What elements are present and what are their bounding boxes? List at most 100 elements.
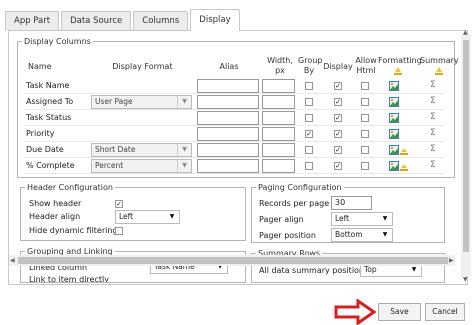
- column-name: Task Status: [26, 113, 72, 122]
- header-configuration-legend: Header Configuration: [27, 183, 113, 192]
- pager-position-label: Pager position: [259, 231, 316, 240]
- records-per-page-input[interactable]: 30: [331, 196, 372, 210]
- column-name: Task Name: [26, 81, 70, 90]
- scroll-right-icon[interactable]: ▶: [449, 257, 454, 264]
- column-name: Priority: [26, 129, 55, 138]
- save-button[interactable]: Save: [378, 303, 421, 321]
- scroll-left-icon[interactable]: ◀: [10, 257, 15, 264]
- summary-sigma-icon[interactable]: Σ: [430, 144, 436, 154]
- display-checkbox[interactable]: ✓: [334, 114, 342, 122]
- allow-html-checkbox[interactable]: [361, 98, 369, 106]
- width-input[interactable]: [262, 127, 295, 141]
- tab-bar: App Part Data Source Columns Display: [5, 9, 242, 31]
- summary-sigma-icon[interactable]: Σ: [430, 96, 436, 106]
- display-checkbox[interactable]: ✓: [334, 162, 342, 170]
- pager-position-select[interactable]: Bottom ▼: [331, 228, 393, 242]
- horizontal-scroll-thumb[interactable]: [18, 257, 448, 264]
- display-checkbox[interactable]: ✓: [334, 98, 342, 106]
- formatting-picture-icon[interactable]: [389, 97, 399, 107]
- summary-sigma-icon[interactable]: Σ: [430, 112, 436, 122]
- chevron-down-icon: ▼: [177, 144, 191, 156]
- allow-html-checkbox[interactable]: [361, 130, 369, 138]
- hide-dynamic-filtering-label: Hide dynamic filtering: [29, 226, 118, 235]
- pager-align-label: Pager align: [259, 215, 304, 224]
- chevron-down-icon: ▼: [382, 215, 388, 222]
- width-input[interactable]: [262, 95, 295, 109]
- tab-columns[interactable]: Columns: [133, 11, 189, 31]
- group-by-checkbox[interactable]: [305, 146, 313, 154]
- formatting-picture-icon[interactable]: [389, 161, 399, 171]
- chevron-down-icon: ▼: [177, 160, 191, 172]
- horizontal-scrollbar[interactable]: [9, 255, 455, 266]
- alias-input[interactable]: [197, 111, 259, 125]
- alias-input[interactable]: [197, 159, 259, 173]
- chevron-down-icon: ▼: [177, 96, 191, 108]
- group-by-checkbox[interactable]: [305, 98, 313, 106]
- paging-configuration-legend: Paging Configuration: [258, 183, 342, 192]
- tab-app-part[interactable]: App Part: [5, 11, 60, 31]
- display-columns-legend: Display Columns: [24, 37, 91, 46]
- display-format-select[interactable]: Percent ▼: [91, 159, 192, 173]
- formatting-wand-icon: [394, 67, 402, 75]
- show-header-checkbox[interactable]: ✓: [115, 200, 123, 208]
- summary-sigma-icon[interactable]: Σ: [430, 80, 436, 90]
- alias-input[interactable]: [197, 143, 259, 157]
- hide-dynamic-filtering-checkbox[interactable]: [115, 227, 123, 235]
- allow-html-checkbox[interactable]: [361, 162, 369, 170]
- col-header-alias: Alias: [219, 62, 239, 71]
- pager-align-select[interactable]: Left ▼: [331, 212, 393, 226]
- show-header-label: Show header: [29, 199, 82, 208]
- header-align-select[interactable]: Left ▼: [115, 210, 180, 224]
- alias-input[interactable]: [197, 95, 259, 109]
- tab-data-source[interactable]: Data Source: [61, 11, 132, 31]
- allow-html-checkbox[interactable]: [361, 114, 369, 122]
- allow-html-checkbox[interactable]: [361, 82, 369, 90]
- col-header-group-by: Group By: [298, 56, 323, 75]
- summary-sigma-icon[interactable]: Σ: [430, 128, 436, 138]
- formatting-picture-icon[interactable]: [389, 129, 399, 139]
- records-per-page-label: Records per page: [259, 199, 330, 208]
- display-checkbox[interactable]: ✓: [334, 82, 342, 90]
- pointer-arrow-icon: [334, 299, 376, 325]
- display-checkbox[interactable]: ✓: [334, 130, 342, 138]
- display-format-select[interactable]: User Page ▼: [91, 95, 192, 109]
- alias-input[interactable]: [197, 79, 259, 93]
- formatting-wand-icon[interactable]: [399, 163, 409, 173]
- width-input[interactable]: [262, 111, 295, 125]
- group-by-checkbox[interactable]: ✓: [305, 130, 313, 138]
- scroll-down-icon[interactable]: ▼: [463, 276, 468, 283]
- summary-position-label: All data summary position: [259, 266, 365, 275]
- col-header-display: Display: [323, 62, 353, 71]
- summary-sigma-icon[interactable]: Σ: [430, 160, 436, 170]
- width-input[interactable]: [262, 143, 295, 157]
- width-input[interactable]: [262, 159, 295, 173]
- vertical-scroll-thumb[interactable]: [463, 40, 469, 252]
- formatting-picture-icon[interactable]: [389, 81, 399, 91]
- width-input[interactable]: [262, 79, 295, 93]
- col-header-display-format: Display Format: [112, 62, 173, 71]
- link-to-item-label: Link to item directly: [29, 276, 109, 282]
- alias-input[interactable]: [197, 127, 259, 141]
- column-name: % Complete: [26, 161, 75, 170]
- column-name: Assigned To: [26, 97, 74, 106]
- tab-display[interactable]: Display: [190, 9, 240, 31]
- formatting-picture-icon[interactable]: [389, 113, 399, 123]
- col-header-allow-html: Allow Html: [355, 56, 377, 75]
- cancel-button[interactable]: Cancel: [425, 303, 465, 321]
- vertical-scrollbar[interactable]: [461, 34, 471, 276]
- group-by-checkbox[interactable]: [305, 162, 313, 170]
- col-header-formatting: Formatting: [378, 56, 422, 65]
- allow-html-checkbox[interactable]: [361, 146, 369, 154]
- group-by-checkbox[interactable]: [305, 114, 313, 122]
- column-name: Due Date: [26, 145, 64, 154]
- chevron-down-icon: ▼: [169, 213, 175, 220]
- formatting-wand-icon[interactable]: [399, 147, 409, 157]
- display-checkbox[interactable]: ✓: [334, 146, 342, 154]
- scroll-up-icon[interactable]: ▲: [463, 29, 468, 36]
- header-align-label: Header align: [29, 212, 81, 221]
- group-by-checkbox[interactable]: [305, 82, 313, 90]
- col-header-summary: Summary: [420, 56, 459, 65]
- display-format-select[interactable]: Short Date ▼: [91, 143, 192, 157]
- summary-wand-icon: [435, 67, 443, 75]
- formatting-picture-icon[interactable]: [389, 145, 399, 155]
